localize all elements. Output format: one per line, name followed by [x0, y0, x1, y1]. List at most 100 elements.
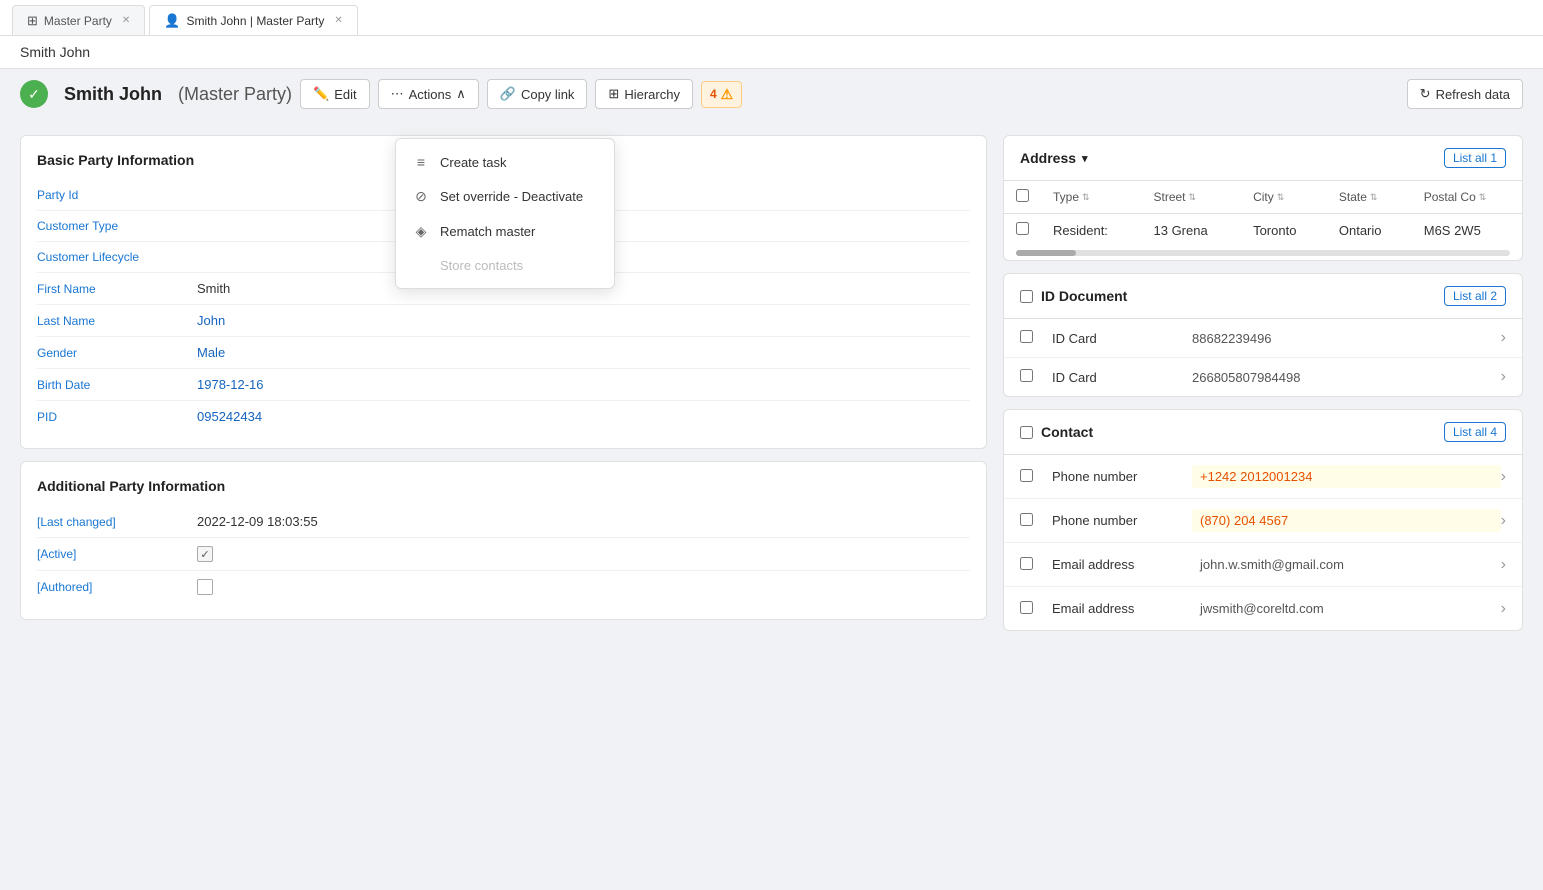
contact-arrow-3[interactable]: ›	[1501, 556, 1506, 574]
hierarchy-icon: ⊞	[608, 86, 619, 102]
gender-value: Male	[197, 345, 225, 360]
contact-value-1: +1242 2012001234	[1192, 465, 1501, 488]
refresh-icon: ↻	[1420, 86, 1431, 102]
contact-list-all-button[interactable]: List all 4	[1444, 422, 1506, 442]
store-contacts-label: Store contacts	[440, 258, 523, 273]
id-document-header: ID Document List all 2	[1004, 274, 1522, 319]
dropdown-item-rematch-master[interactable]: ◈ Rematch master	[396, 214, 614, 249]
contact-checkbox-4[interactable]	[1020, 601, 1033, 614]
address-street-col-header[interactable]: Street⇅	[1154, 190, 1230, 204]
id-doc-row-1: ID Card 88682239496 ›	[1004, 319, 1522, 358]
birth-date-label: Birth Date	[37, 378, 197, 392]
tab-smith-close-icon[interactable]: ✕	[334, 15, 342, 26]
address-postal-col-header[interactable]: Postal Co⇅	[1424, 190, 1510, 204]
actions-dropdown-menu: ≡ Create task ⊘ Set override - Deactivat…	[395, 138, 615, 289]
pid-value: 095242434	[197, 409, 262, 424]
dropdown-item-set-override[interactable]: ⊘ Set override - Deactivate	[396, 179, 614, 214]
field-gender: Gender Male	[37, 337, 970, 369]
gender-label: Gender	[37, 346, 197, 360]
copy-link-button[interactable]: 🔗 Copy link	[487, 79, 588, 109]
set-override-label: Set override - Deactivate	[440, 189, 583, 204]
scroll-thumb[interactable]	[1016, 250, 1076, 256]
refresh-button[interactable]: ↻ Refresh data	[1407, 79, 1523, 109]
contact-arrow-1[interactable]: ›	[1501, 468, 1506, 486]
address-select-all-checkbox[interactable]	[1016, 189, 1029, 202]
contact-checkbox-2[interactable]	[1020, 513, 1033, 526]
link-icon: 🔗	[500, 86, 516, 102]
hierarchy-label: Hierarchy	[624, 87, 680, 102]
address-row-checkbox[interactable]	[1016, 222, 1029, 235]
contact-type-4: Email address	[1052, 601, 1192, 616]
actions-label: Actions	[409, 87, 452, 102]
tab-smith-john[interactable]: 👤 Smith John | Master Party ✕	[149, 5, 357, 35]
address-header: Address ▾ List all 1	[1004, 136, 1522, 181]
additional-party-info-card: Additional Party Information [Last chang…	[20, 461, 987, 620]
first-name-value: Smith	[197, 281, 230, 296]
address-table-scroll: Type⇅ Street⇅ City⇅ State⇅ Postal Co⇅ Re…	[1004, 181, 1522, 260]
id-doc-arrow-2[interactable]: ›	[1501, 368, 1506, 386]
copy-label: Copy link	[521, 87, 574, 102]
address-state-col-header[interactable]: State⇅	[1339, 190, 1400, 204]
edit-button[interactable]: ✏️ Edit	[300, 79, 370, 109]
tab-close-icon[interactable]: ✕	[122, 15, 130, 26]
edit-icon: ✏️	[313, 86, 329, 102]
horizontal-scrollbar[interactable]	[1016, 250, 1510, 256]
grid-icon: ⊞	[27, 13, 38, 29]
field-pid: PID 095242434	[37, 401, 970, 432]
sort-icon: ⇅	[1370, 192, 1378, 203]
field-last-changed: [Last changed] 2022-12-09 18:03:55	[37, 506, 970, 538]
pid-label: PID	[37, 410, 197, 424]
refresh-label: Refresh data	[1436, 87, 1510, 102]
additional-party-info-title: Additional Party Information	[37, 478, 970, 494]
contact-select-all-checkbox[interactable]	[1020, 426, 1033, 439]
chevron-down-icon: ▾	[1082, 152, 1088, 165]
address-city-col-header[interactable]: City⇅	[1253, 190, 1315, 204]
tab-master-party[interactable]: ⊞ Master Party ✕	[12, 5, 145, 35]
id-doc-type-2: ID Card	[1052, 370, 1192, 385]
tab-master-party-label: Master Party	[44, 14, 112, 28]
id-doc-type-1: ID Card	[1052, 331, 1192, 346]
address-city-cell: Toronto	[1241, 214, 1327, 247]
field-authored: [Authored]	[37, 571, 970, 603]
contact-arrow-2[interactable]: ›	[1501, 512, 1506, 530]
birth-date-value: 1978-12-16	[197, 377, 264, 392]
warning-icon: ⚠	[721, 86, 734, 103]
hierarchy-button[interactable]: ⊞ Hierarchy	[595, 79, 693, 109]
actions-icon: ⋯	[391, 86, 404, 102]
sort-icon: ⇅	[1479, 192, 1487, 203]
contact-row-2: Phone number (870) 204 4567 ›	[1004, 499, 1522, 543]
contact-card: Contact List all 4 Phone number +1242 20…	[1003, 409, 1523, 631]
id-doc-checkbox-2[interactable]	[1020, 369, 1033, 382]
dropdown-item-store-contacts: Store contacts	[396, 249, 614, 282]
address-type-col-header[interactable]: Type⇅	[1053, 190, 1130, 204]
id-doc-checkbox-1[interactable]	[1020, 330, 1033, 343]
active-label: [Active]	[37, 547, 197, 561]
authored-label: [Authored]	[37, 580, 197, 594]
contact-row-4: Email address jwsmith@coreltd.com ›	[1004, 587, 1522, 630]
address-card: Address ▾ List all 1 Type⇅ Street⇅ City⇅…	[1003, 135, 1523, 261]
page-header: Smith John	[0, 36, 1543, 69]
address-list-all-button[interactable]: List all 1	[1444, 148, 1506, 168]
field-active: [Active] ✓	[37, 538, 970, 571]
chevron-up-icon: ∧	[456, 86, 466, 102]
contact-header: Contact List all 4	[1004, 410, 1522, 455]
id-doc-arrow-1[interactable]: ›	[1501, 329, 1506, 347]
actions-button[interactable]: ⋯ Actions ∧	[378, 79, 479, 109]
id-document-card: ID Document List all 2 ID Card 886822394…	[1003, 273, 1523, 397]
contact-arrow-4[interactable]: ›	[1501, 600, 1506, 618]
address-postal-cell: M6S 2W5	[1412, 214, 1522, 247]
dropdown-item-create-task[interactable]: ≡ Create task	[396, 145, 614, 179]
sort-icon: ⇅	[1189, 192, 1197, 203]
active-checkbox[interactable]: ✓	[197, 546, 213, 562]
tab-smith-john-label: Smith John | Master Party	[187, 14, 325, 28]
id-document-select-all-checkbox[interactable]	[1020, 290, 1033, 303]
contact-checkbox-3[interactable]	[1020, 557, 1033, 570]
warning-badge: 4 ⚠	[701, 81, 742, 108]
id-document-list-all-button[interactable]: List all 2	[1444, 286, 1506, 306]
field-birth-date: Birth Date 1978-12-16	[37, 369, 970, 401]
last-changed-value: 2022-12-09 18:03:55	[197, 514, 318, 529]
customer-lifecycle-label: Customer Lifecycle	[37, 250, 197, 264]
field-last-name: Last Name John	[37, 305, 970, 337]
contact-checkbox-1[interactable]	[1020, 469, 1033, 482]
authored-checkbox[interactable]	[197, 579, 213, 595]
